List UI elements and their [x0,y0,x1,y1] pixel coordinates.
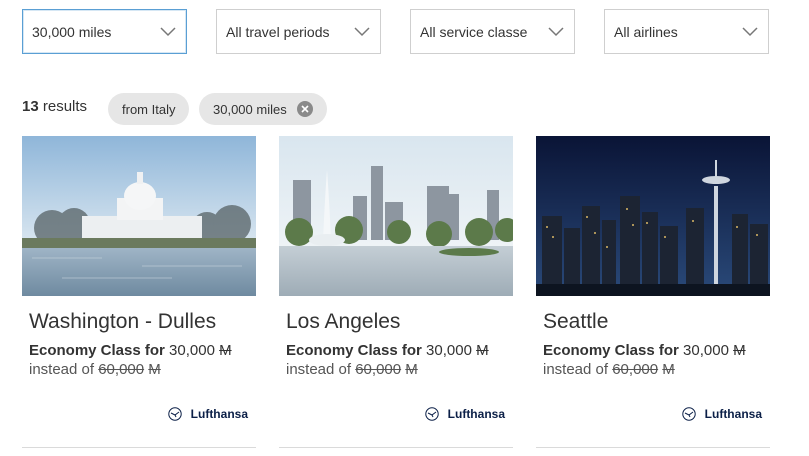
destination-card-seattle[interactable]: Seattle Economy Class for 30,000 M inste… [536,136,770,448]
chip-from-italy[interactable]: from Italy [108,93,190,125]
offer-price: Economy Class for 30,000 M [29,342,232,359]
airline-filter-dropdown[interactable]: All airlines [604,9,769,54]
service-class: Economy Class for [286,342,422,359]
original-price: instead of 60,000 M [543,361,675,378]
chevron-down-icon [742,27,758,37]
miles-filter-dropdown[interactable]: 30,000 miles [22,9,187,54]
miles-symbol: M [662,361,675,378]
airline-logo: Lufthansa [167,407,248,421]
destination-city: Seattle [543,310,609,333]
offer-price: Economy Class for 30,000 M [286,342,489,359]
original-price: instead of 60,000 M [286,361,418,378]
instead-label: instead of [29,361,95,378]
destination-image-los-angeles [279,136,513,296]
miles-symbol: M [148,361,161,378]
offer-price: Economy Class for 30,000 M [543,342,746,359]
close-icon[interactable] [296,101,313,117]
miles-filter-label: 30,000 miles [32,24,112,40]
original-miles: 60,000 [98,361,145,378]
service-class-filter-dropdown[interactable]: All service classe [410,9,575,54]
results-label: results [42,98,88,115]
lufthansa-crane-icon [424,407,439,421]
offer-miles: 30,000 [426,342,472,359]
destination-image-seattle [536,136,770,296]
lufthansa-crane-icon [167,407,182,421]
offer-miles: 30,000 [683,342,729,359]
offer-miles: 30,000 [169,342,215,359]
lufthansa-crane-icon [681,407,696,421]
miles-symbol: M [476,342,489,359]
instead-label: instead of [543,361,609,378]
results-number: 13 [22,98,39,115]
results-count: 13 results [22,98,87,115]
card-divider [22,447,256,448]
chip-label: from Italy [122,101,176,117]
miles-symbol: M [219,342,232,359]
service-class: Economy Class for [543,342,679,359]
chip-label: 30,000 miles [213,101,287,117]
airline-filter-label: All airlines [614,24,678,40]
card-divider [536,447,770,448]
airline-logo: Lufthansa [681,407,762,421]
original-miles: 60,000 [612,361,659,378]
destination-city: Los Angeles [286,310,401,333]
miles-symbol: M [733,342,746,359]
airline-name: Lufthansa [704,407,762,421]
original-miles: 60,000 [355,361,402,378]
chevron-down-icon [160,27,176,37]
destination-card-los-angeles[interactable]: Los Angeles Economy Class for 30,000 M i… [279,136,513,448]
destination-image-washington [22,136,256,296]
chevron-down-icon [548,27,564,37]
original-price: instead of 60,000 M [29,361,161,378]
service-class: Economy Class for [29,342,165,359]
travel-period-filter-label: All travel periods [226,24,330,40]
instead-label: instead of [286,361,352,378]
destination-card-washington[interactable]: Washington - Dulles Economy Class for 30… [22,136,256,448]
destination-city: Washington - Dulles [29,310,217,333]
airline-name: Lufthansa [447,407,505,421]
chip-miles: 30,000 miles [199,93,327,125]
card-divider [279,447,513,448]
service-class-filter-label: All service classe [420,24,528,40]
airline-logo: Lufthansa [424,407,505,421]
miles-symbol: M [405,361,418,378]
chevron-down-icon [354,27,370,37]
travel-period-filter-dropdown[interactable]: All travel periods [216,9,381,54]
airline-name: Lufthansa [190,407,248,421]
